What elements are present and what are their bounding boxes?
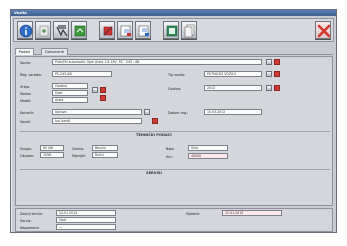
section-technical-title: TEHNIČKI PODACI [136,133,172,137]
save-icon [56,25,68,37]
service-panel: Zadnji servis: 12.01.2014 Servis: Opel N… [15,208,333,232]
close-icon [317,24,331,38]
vehicle-label: Vozilo: [20,61,32,65]
kind-lookup-button[interactable]: … [92,87,98,93]
copy-icon [184,24,195,38]
save-button[interactable] [53,21,69,39]
service-label: Servis: [20,219,32,223]
info-icon [19,24,33,38]
make-field[interactable]: Opel [52,90,88,96]
make-label: Marka: [20,92,32,96]
vehicle-lookup-button[interactable]: … [266,59,272,65]
section-service-title: SERVISI [146,171,162,175]
print-icon [166,25,178,37]
refresh-button[interactable] [71,21,87,39]
year-label: Godina: [168,87,182,91]
next-service-label: Sljedeći: [186,212,201,216]
user-lookup-button[interactable]: … [144,109,150,115]
kind-label: Vrsta: [20,85,31,89]
driver-field[interactable]: Ivo Ivanić [52,118,142,124]
registration-date-field[interactable]: 15.03.2012 [204,109,262,115]
model-label: Model: [20,99,32,103]
color-label: Boja: [166,147,175,151]
color-field[interactable]: Siva [188,145,228,151]
info-button[interactable] [17,21,33,39]
registration-date-label: Datum reg.: [168,111,189,115]
fuel-label: Gorivo: [72,147,85,151]
kind-field[interactable]: Osobno [52,83,88,89]
driver-label: Vozač: [20,120,31,124]
tool-button[interactable] [99,21,115,39]
refresh-icon [74,25,86,37]
mileage-label: Km: [166,155,173,159]
vehicle-field[interactable]: Putnički automobil, Opel Astra 1.6 16V, … [52,59,262,65]
import-button[interactable] [135,21,151,39]
year-clear-button[interactable] [274,85,280,91]
toolbar [13,18,334,42]
window-title: Vozila [14,10,27,15]
fuel-field[interactable]: Benzin [92,145,118,151]
last-service-label: Zadnji servis: [20,212,43,216]
application-window: Vozila Podaci Dokumenti Vozilo: Putnički… [10,9,337,233]
registration-field[interactable]: PS-243-AB [52,71,112,77]
model-clear-button[interactable] [100,95,106,101]
title-bar: Vozila [11,10,336,16]
note-label: Napomena: [20,226,40,230]
next-service-field[interactable]: 12.01.2015 [222,210,282,216]
volume-field[interactable]: 1598 [40,152,64,158]
vehicle-type-field[interactable]: PUTNIČKO VOZILO [204,71,262,77]
model-field[interactable]: Astra [52,97,88,103]
user-label: Korisnik: [20,111,35,115]
add-icon [39,25,49,37]
power-label: Snaga: [20,147,32,151]
export-icon [120,25,131,37]
import-icon [138,25,149,37]
power-field[interactable]: 85 kW [40,145,64,151]
close-button[interactable] [315,21,331,39]
driver-clear-button[interactable] [152,118,158,124]
divider [20,169,330,170]
tab-dokumenti[interactable]: Dokumenti [41,48,69,55]
gearbox-field[interactable]: Ručni [92,152,118,158]
vehicle-clear-button[interactable] [274,59,280,65]
divider [20,131,330,132]
print-button[interactable] [163,21,179,39]
tool-icon [103,26,113,36]
add-button[interactable] [35,21,51,39]
note-field[interactable]: — [56,224,116,230]
year-lookup-button[interactable]: … [266,85,272,91]
form-panel: Vozilo: Putnički automobil, Opel Astra 1… [15,56,333,206]
vehicle-type-label: Tip vozila: [168,73,186,77]
mileage-field[interactable]: 45000 [188,153,228,159]
tab-bar: Podaci Dokumenti [15,48,333,55]
user-field[interactable]: Uprava [52,109,142,115]
service-field[interactable]: Opel [56,217,116,223]
year-field[interactable]: 2012 [204,85,262,91]
registration-label: Reg. oznaka: [20,73,42,77]
tab-podaci[interactable]: Podaci [15,48,35,55]
volume-label: Obujam: [20,154,35,158]
vehicle-type-clear-button[interactable] [274,71,280,77]
kind-clear-button[interactable] [100,87,106,93]
gearbox-label: Mjenjač: [72,154,87,158]
last-service-field[interactable]: 12.01.2014 [56,210,116,216]
vehicle-type-lookup-button[interactable]: … [266,71,272,77]
copy-button[interactable] [181,21,197,39]
export-button[interactable] [117,21,133,39]
